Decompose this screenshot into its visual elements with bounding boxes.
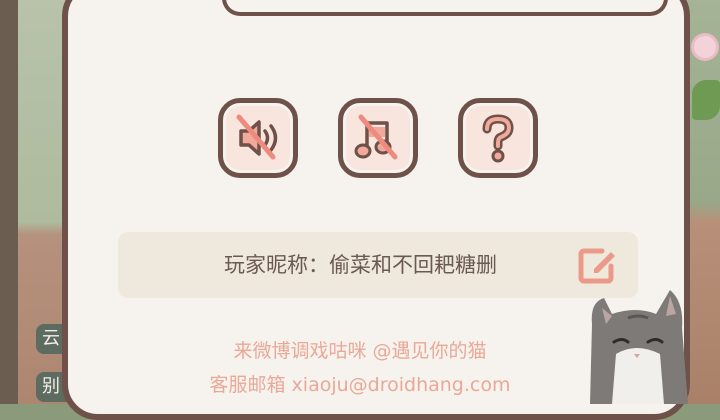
help-button[interactable] (458, 98, 538, 178)
dialog-top-panel (222, 0, 668, 16)
player-name-bar[interactable]: 玩家昵称：偷菜和不回耙糖删 (118, 232, 638, 298)
music-muted-icon (354, 114, 398, 160)
cat-mascot-icon (590, 290, 688, 404)
flower-decoration-icon (694, 36, 716, 58)
player-name-label: 玩家昵称：偷菜和不回耙糖删 (224, 253, 497, 277)
question-icon (482, 114, 514, 163)
music-toggle-button[interactable] (338, 98, 418, 178)
edit-icon[interactable] (576, 245, 618, 285)
leaf-decoration-icon (692, 80, 720, 120)
sound-toggle-button[interactable] (218, 98, 298, 178)
sound-muted-icon (236, 114, 278, 160)
